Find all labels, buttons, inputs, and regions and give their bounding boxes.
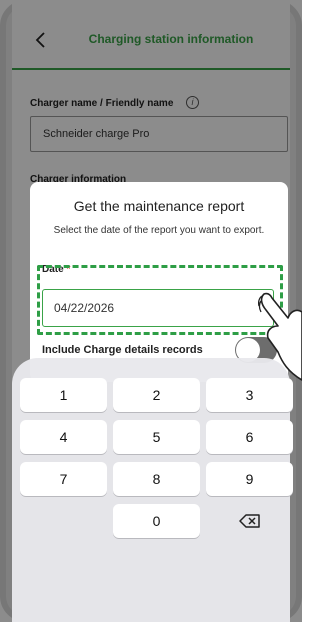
modal-subtitle: Select the date of the report you want t…: [53, 225, 265, 236]
key-3[interactable]: 3: [206, 378, 293, 412]
key-4[interactable]: 4: [20, 420, 107, 454]
numeric-keypad: 1 2 3 4 5 6 7 8 9 0: [12, 358, 293, 622]
key-2[interactable]: 2: [113, 378, 200, 412]
key-5[interactable]: 5: [113, 420, 200, 454]
key-1[interactable]: 1: [20, 378, 107, 412]
key-9[interactable]: 9: [206, 462, 293, 496]
delete-key[interactable]: [206, 504, 293, 538]
include-cdr-label: Include Charge details records: [42, 344, 203, 356]
backspace-icon: [238, 514, 260, 528]
modal-title: Get the maintenance report: [73, 198, 245, 214]
key-8[interactable]: 8: [113, 462, 200, 496]
tap-hand-icon: [258, 292, 302, 381]
key-6[interactable]: 6: [206, 420, 293, 454]
key-0[interactable]: 0: [113, 504, 200, 538]
key-7[interactable]: 7: [20, 462, 107, 496]
highlight-box: [37, 265, 283, 335]
